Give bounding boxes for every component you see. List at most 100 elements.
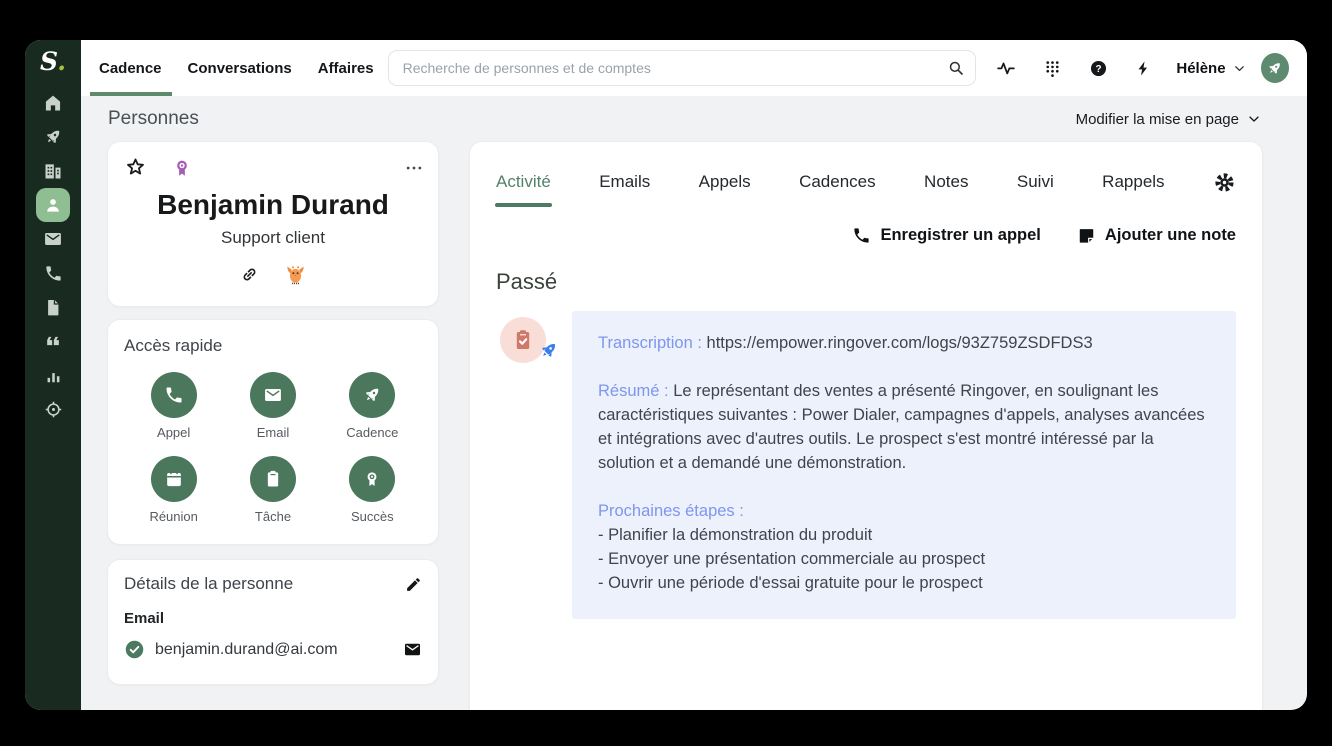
activity-tabs: Activité Emails Appels Cadences Notes Su… — [496, 162, 1236, 202]
call-button[interactable] — [151, 372, 197, 418]
top-navigation: Cadence Conversations Affaires — [99, 60, 374, 77]
link-icon[interactable] — [239, 264, 260, 285]
quick-action-call: Appel — [124, 372, 223, 440]
tab-emails[interactable]: Emails — [599, 172, 650, 192]
log-call-button[interactable]: Enregistrer un appel — [852, 226, 1040, 245]
tab-notes[interactable]: Notes — [924, 172, 968, 192]
building-icon — [43, 161, 63, 181]
quote-icon — [43, 331, 63, 351]
gear-icon[interactable] — [1213, 171, 1236, 194]
rocket-icon — [362, 385, 382, 405]
person-name: Benjamin Durand — [124, 189, 422, 221]
next-step-item: - Ouvrir une période d'essai gratuite po… — [598, 571, 1210, 595]
clipboard-icon — [263, 469, 283, 489]
meeting-button[interactable] — [151, 456, 197, 502]
send-mail-icon[interactable] — [403, 640, 422, 659]
tab-rappels[interactable]: Rappels — [1102, 172, 1164, 192]
phone-icon — [852, 226, 871, 245]
nav-tab-affaires[interactable]: Affaires — [318, 60, 374, 77]
activity-entry: Transcription : https://empower.ringover… — [496, 311, 1236, 619]
past-section-title: Passé — [496, 269, 1236, 295]
activity-pulse-icon[interactable] — [996, 58, 1016, 78]
note-icon — [1077, 226, 1096, 245]
email-value: benjamin.durand@ai.com — [155, 641, 393, 659]
sidebar-item-home[interactable] — [36, 86, 70, 120]
cadence-button[interactable] — [349, 372, 395, 418]
rocket-icon — [1266, 60, 1283, 77]
next-step-item: - Envoyer une présentation commerciale a… — [598, 547, 1210, 571]
dialpad-icon[interactable] — [1043, 59, 1062, 78]
panel-actions: Enregistrer un appel Ajouter une note — [496, 226, 1236, 245]
edit-layout-button[interactable]: Modifier la mise en page — [1076, 111, 1262, 128]
nav-tab-conversations[interactable]: Conversations — [188, 60, 292, 77]
nav-tab-cadence[interactable]: Cadence — [99, 60, 162, 77]
rocket-icon — [43, 127, 63, 147]
summary-label: Résumé : — [598, 382, 669, 400]
award-icon — [362, 469, 382, 489]
quick-action-meeting: Réunion — [124, 456, 223, 524]
quick-action-email: Email — [223, 372, 322, 440]
next-steps: Prochaines étapes : - Planifier la démon… — [598, 499, 1210, 595]
page-content: Personnes Modifier la mise en page — [81, 96, 1307, 710]
clipboard-check-icon — [511, 328, 535, 352]
user-name: Hélène — [1176, 60, 1225, 77]
tab-appels[interactable]: Appels — [699, 172, 751, 192]
profile-card: Benjamin Durand Support client — [108, 142, 438, 306]
global-search[interactable] — [388, 50, 977, 86]
activity-entry-icon — [496, 311, 572, 367]
transcription-card: Transcription : https://empower.ringover… — [572, 311, 1236, 619]
add-note-button[interactable]: Ajouter une note — [1077, 226, 1236, 245]
details-title: Détails de la personne — [124, 574, 293, 594]
sidebar-item-people[interactable] — [36, 188, 70, 222]
mail-icon — [263, 385, 283, 405]
file-icon — [44, 298, 63, 317]
topbar-icons — [996, 58, 1152, 78]
sidebar-item-emails[interactable] — [36, 222, 70, 256]
more-menu-icon[interactable] — [404, 158, 424, 178]
app-logo[interactable]: S. — [40, 49, 66, 74]
mail-icon — [43, 229, 63, 249]
sidebar-item-companies[interactable] — [36, 154, 70, 188]
help-icon[interactable] — [1089, 59, 1108, 78]
tab-suivi[interactable]: Suivi — [1017, 172, 1054, 192]
sidebar-item-quotes[interactable] — [36, 324, 70, 358]
user-menu[interactable]: Hélène — [1176, 60, 1246, 77]
home-icon — [43, 93, 63, 113]
rocket-badge-icon — [538, 340, 559, 361]
summary-text: Le représentant des ventes a présenté Ri… — [598, 382, 1205, 472]
email-field-label: Email — [124, 610, 422, 627]
person-icon — [43, 195, 63, 215]
email-button[interactable] — [250, 372, 296, 418]
target-icon — [44, 400, 63, 419]
avatar[interactable] — [1261, 53, 1289, 83]
chevron-down-icon — [1232, 61, 1247, 76]
sidebar-item-documents[interactable] — [36, 290, 70, 324]
sidebar-item-cadences[interactable] — [36, 120, 70, 154]
summary-line: Résumé : Le représentant des ventes a pr… — [598, 379, 1210, 475]
phone-icon — [44, 264, 63, 283]
sidebar-item-targets[interactable] — [36, 392, 70, 426]
search-input[interactable] — [403, 60, 948, 76]
sidebar-item-analytics[interactable] — [36, 358, 70, 392]
lightning-icon[interactable] — [1135, 60, 1152, 77]
transcription-line: Transcription : https://empower.ringover… — [598, 331, 1210, 355]
verified-check-icon — [124, 639, 145, 660]
edit-pencil-icon[interactable] — [405, 576, 422, 593]
success-button[interactable] — [349, 456, 395, 502]
quick-access-card: Accès rapide Appel Email — [108, 320, 438, 544]
sidebar-item-calls[interactable] — [36, 256, 70, 290]
active-nav-underline — [90, 92, 172, 96]
search-icon[interactable] — [947, 59, 965, 77]
tab-cadences[interactable]: Cadences — [799, 172, 876, 192]
quick-access-title: Accès rapide — [124, 336, 422, 356]
next-steps-label: Prochaines étapes : — [598, 499, 1210, 523]
transcription-url[interactable]: https://empower.ringover.com/logs/93Z759… — [707, 334, 1093, 352]
bar-chart-icon — [44, 366, 63, 385]
owl-icon[interactable] — [284, 263, 307, 286]
quick-action-success: Succès — [323, 456, 422, 524]
star-icon[interactable] — [124, 156, 147, 179]
email-row: benjamin.durand@ai.com — [124, 639, 422, 660]
award-ribbon-icon[interactable] — [171, 157, 193, 179]
task-button[interactable] — [250, 456, 296, 502]
tab-activite[interactable]: Activité — [496, 172, 551, 192]
